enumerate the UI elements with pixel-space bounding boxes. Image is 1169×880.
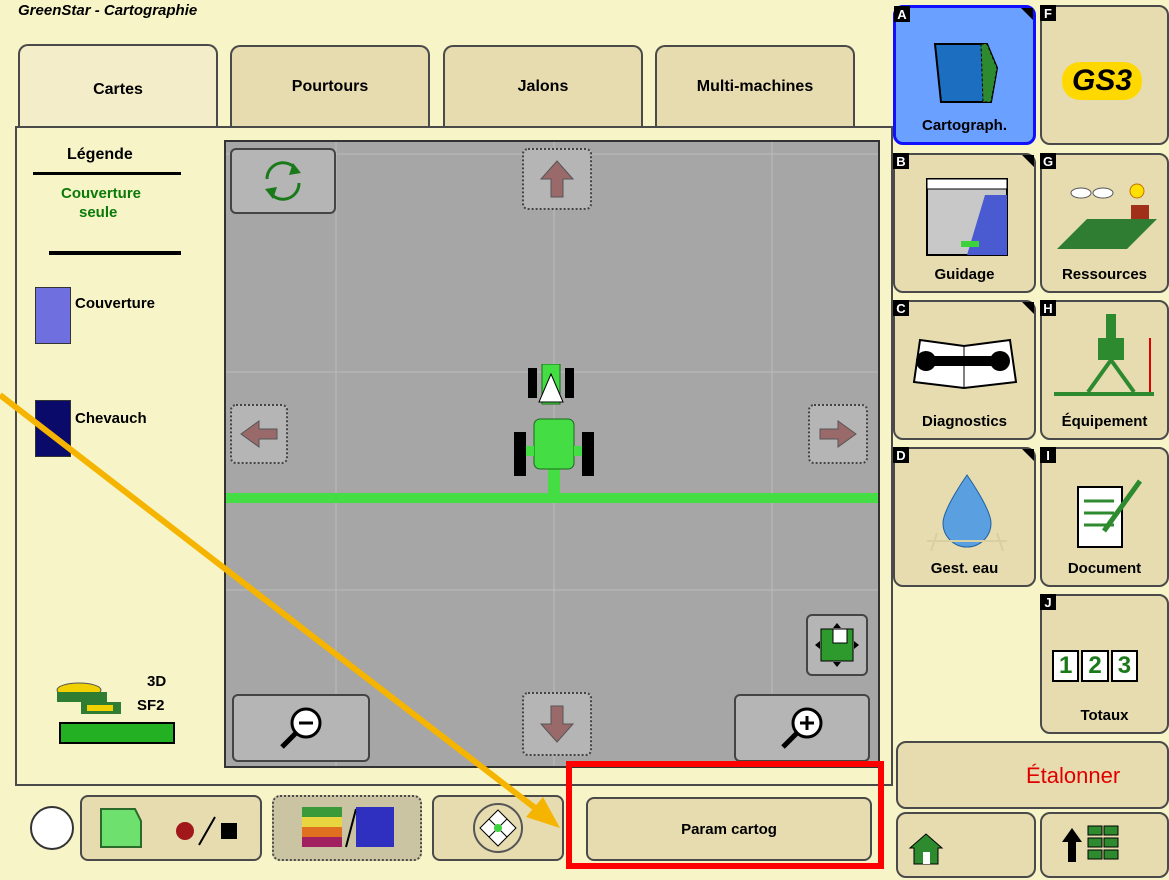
side-label: Ressources xyxy=(1061,266,1148,283)
side-label: Diagnostics xyxy=(921,413,1008,430)
tab-jalons[interactable]: Jalons xyxy=(443,45,643,127)
legend-mode-line2: seule xyxy=(79,204,118,221)
coverage-record-icon xyxy=(100,808,237,848)
corner-marker xyxy=(1022,449,1034,461)
letter-i: I xyxy=(1040,447,1056,463)
wrench-book-icon xyxy=(912,338,1018,390)
side-label: Document xyxy=(1067,560,1142,577)
side-totaux-button[interactable]: J 1 2 3 Totaux xyxy=(1040,594,1169,734)
side-label: Gest. eau xyxy=(930,560,999,577)
totaux-digit: 1 xyxy=(1052,650,1080,682)
legend-divider xyxy=(49,251,181,255)
tractor-icon xyxy=(514,363,594,499)
gps-mode: 3D xyxy=(147,673,167,690)
pan-down-button[interactable] xyxy=(522,692,592,756)
document-icon xyxy=(1077,479,1143,548)
menu-up-button[interactable] xyxy=(1040,812,1169,878)
letter-d: D xyxy=(893,447,909,463)
rotate-icon xyxy=(265,161,301,201)
tab-label: Multi-machines xyxy=(696,78,814,95)
tab-pourtours[interactable]: Pourtours xyxy=(230,45,430,127)
app-title: GreenStar - Cartographie xyxy=(18,2,198,19)
letter-b: B xyxy=(893,153,909,169)
side-label: Guidage xyxy=(934,266,995,283)
side-gest-eau-button[interactable]: D Gest. eau xyxy=(893,447,1036,587)
highlight-box xyxy=(566,761,884,869)
arrow-down-icon xyxy=(539,705,575,743)
tab-label: Jalons xyxy=(517,78,569,95)
letter-c: C xyxy=(893,300,909,316)
side-gs3-button[interactable]: F GS3 xyxy=(1040,5,1169,145)
side-document-button[interactable]: I Document xyxy=(1040,447,1169,587)
arrow-left-icon xyxy=(240,420,278,448)
letter-g: G xyxy=(1040,153,1056,169)
map-layer-toggle-button[interactable] xyxy=(272,795,422,861)
compass-grid-icon xyxy=(473,803,523,853)
side-label: Cartograph. xyxy=(921,117,1007,134)
legend-divider xyxy=(33,172,181,175)
zoom-out-button[interactable] xyxy=(232,694,370,762)
gps-signal-bar xyxy=(59,722,175,744)
map-orientation-button[interactable] xyxy=(432,795,564,861)
legend-label-chevauch: Chevauch xyxy=(75,410,147,427)
water-drop-icon xyxy=(927,474,1007,551)
map-view[interactable] xyxy=(224,140,880,768)
zoom-out-icon xyxy=(280,707,322,749)
coverage-record-button[interactable] xyxy=(80,795,262,861)
pan-up-button[interactable] xyxy=(522,148,592,210)
pan-left-button[interactable] xyxy=(230,404,288,464)
gps-signal: SF2 xyxy=(137,697,165,714)
corner-marker xyxy=(1021,8,1033,20)
pan-right-button[interactable] xyxy=(808,404,868,464)
side-guidage-button[interactable]: B Guidage xyxy=(893,153,1036,293)
letter-a: A xyxy=(894,6,910,22)
tab-label: Pourtours xyxy=(291,78,369,95)
totaux-counter-icon: 1 2 3 xyxy=(1052,650,1139,682)
legend-title: Légende xyxy=(67,146,133,163)
side-cartograph-button[interactable]: A Cartograph. xyxy=(893,5,1036,145)
side-equipement-button[interactable]: H Équipement xyxy=(1040,300,1169,440)
legend: Légende Couverture seule Couverture Chev… xyxy=(27,140,207,780)
arrow-up-icon xyxy=(539,160,575,198)
etalonner-button[interactable]: Étalonner xyxy=(896,741,1169,809)
corner-marker xyxy=(1022,155,1034,167)
field-map-icon xyxy=(933,43,999,103)
resources-icon xyxy=(1057,183,1157,249)
status-indicator-circle xyxy=(30,806,74,850)
legend-swatch-couverture xyxy=(35,287,71,344)
totaux-digit: 2 xyxy=(1081,650,1109,682)
fit-extent-icon xyxy=(815,623,859,667)
legend-swatch-chevauch xyxy=(35,400,71,457)
etalonner-label: Étalonner xyxy=(1026,763,1121,788)
home-button[interactable] xyxy=(896,812,1036,878)
guidance-screen-icon xyxy=(926,178,1008,256)
arrow-right-icon xyxy=(819,420,857,448)
side-label: Équipement xyxy=(1061,413,1148,430)
zoom-in-button[interactable] xyxy=(734,694,870,762)
letter-f: F xyxy=(1040,5,1056,21)
layers-icon xyxy=(302,807,394,848)
tab-multi-machines[interactable]: Multi-machines xyxy=(655,45,855,127)
side-label: Totaux xyxy=(1080,707,1129,724)
legend-mode-line1: Couverture xyxy=(61,185,142,202)
tab-cartes[interactable]: Cartes xyxy=(18,44,218,134)
side-diagnostics-button[interactable]: C Diagnostics xyxy=(893,300,1036,440)
home-icon xyxy=(908,833,944,865)
side-ressources-button[interactable]: G Ressources xyxy=(1040,153,1169,293)
tab-label: Cartes xyxy=(93,81,143,98)
zoom-in-icon xyxy=(781,707,823,749)
corner-marker xyxy=(1022,302,1034,314)
equipment-icon xyxy=(1054,314,1154,396)
fit-map-button[interactable] xyxy=(806,614,868,676)
totaux-digit: 3 xyxy=(1110,650,1139,682)
rotate-map-button[interactable] xyxy=(230,148,336,214)
gs3-logo: GS3 xyxy=(1062,62,1143,100)
letter-j: J xyxy=(1040,594,1056,610)
greenstar-screen: GreenStar - Cartographie Cartes Pourtour… xyxy=(0,0,1169,880)
up-menu-icon xyxy=(1062,825,1119,862)
legend-label-couverture: Couverture xyxy=(75,295,156,312)
gps-receiver-icon xyxy=(51,680,131,720)
